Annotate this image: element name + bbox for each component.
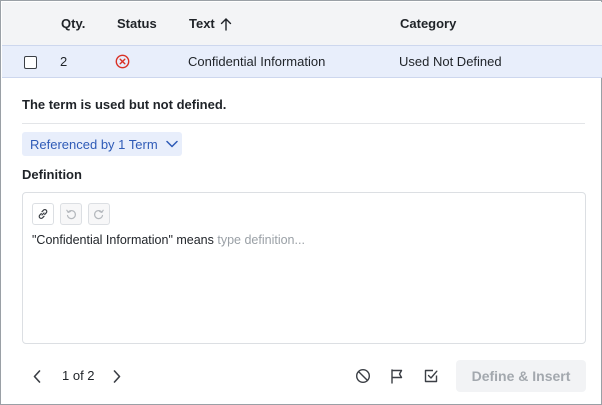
definition-placeholder: type definition...	[217, 233, 305, 247]
column-header-category[interactable]: Category	[400, 2, 456, 45]
undo-icon	[66, 209, 76, 220]
redo-button[interactable]	[88, 203, 110, 225]
row-qty: 2	[60, 54, 68, 69]
row-checkbox[interactable]	[24, 56, 37, 69]
status-message: The term is used but not defined.	[22, 97, 227, 112]
flag-icon	[391, 369, 403, 384]
previous-page-button[interactable]	[28, 367, 46, 385]
divider	[22, 123, 585, 124]
row-term-text: Confidential Information	[188, 54, 326, 69]
column-header-qty[interactable]: Qty.	[61, 2, 85, 45]
table-row[interactable]: 2 Confidential Information Used Not Defi…	[2, 45, 602, 78]
column-header-text[interactable]: Text	[189, 2, 232, 45]
chevron-left-icon	[33, 369, 41, 383]
column-header-text-label: Text	[189, 16, 215, 31]
undo-button[interactable]	[60, 203, 82, 225]
referenced-by-dropdown[interactable]: Referenced by 1 Term	[22, 132, 182, 156]
mark-reviewed-button[interactable]	[421, 366, 441, 386]
row-category: Used Not Defined	[399, 54, 502, 69]
chevron-down-icon	[165, 140, 178, 148]
definition-label: Definition	[22, 167, 82, 182]
column-header-status[interactable]: Status	[117, 2, 157, 45]
insert-link-button[interactable]	[32, 203, 54, 225]
definition-prefix: "Confidential Information" means	[32, 233, 214, 247]
flag-button[interactable]	[387, 366, 407, 386]
referenced-by-label: Referenced by 1 Term	[30, 136, 158, 152]
redo-icon	[94, 209, 104, 220]
ignore-button[interactable]	[353, 366, 373, 386]
table-header: Qty. Status Text Category	[2, 2, 602, 45]
next-page-button[interactable]	[108, 367, 126, 385]
chevron-right-icon	[113, 369, 121, 383]
sort-ascending-icon	[220, 17, 231, 31]
link-icon	[38, 209, 48, 219]
define-and-insert-button[interactable]: Define & Insert	[456, 360, 586, 392]
checkbox-check-icon	[424, 369, 438, 383]
page-indicator: 1 of 2	[62, 368, 95, 383]
definition-text[interactable]: "Confidential Information" means type de…	[32, 233, 305, 247]
error-circle-icon	[115, 54, 130, 69]
block-icon	[355, 368, 371, 384]
definition-editor[interactable]: "Confidential Information" means type de…	[22, 192, 586, 344]
term-review-panel: Qty. Status Text Category 2 Confidential…	[0, 0, 602, 405]
